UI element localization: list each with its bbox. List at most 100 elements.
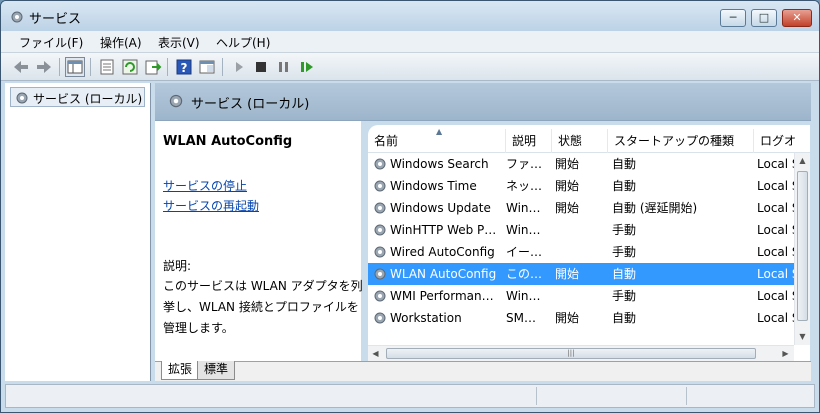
service-status-cell: 開始: [555, 267, 580, 281]
column-logon[interactable]: ログオ: [754, 129, 810, 153]
status-divider: [536, 387, 537, 405]
service-status-cell: [555, 285, 605, 307]
menu-bar: ファイル(F) 操作(A) 表示(V) ヘルプ(H): [1, 31, 819, 53]
menu-view[interactable]: 表示(V): [158, 34, 200, 51]
column-header: 名前 説明 状態 スタートアップの種類 ログオ ▲: [368, 127, 810, 153]
service-gear-icon: [372, 244, 388, 260]
service-gear-icon: [372, 266, 388, 282]
export-icon[interactable]: [143, 57, 163, 77]
restart-service-link[interactable]: サービスの再起動: [163, 197, 259, 214]
service-description-cell: ファ…: [506, 157, 543, 171]
column-description[interactable]: 説明: [506, 129, 552, 153]
view-tabs: 拡張 標準: [155, 361, 811, 381]
table-row[interactable]: WinHTTP Web P… Win… 手動 Local S: [368, 219, 794, 241]
toolbar-separator: [59, 58, 60, 76]
status-divider: [686, 387, 687, 405]
tree-item-label: サービス (ローカル): [33, 92, 143, 106]
service-description-cell: この…: [506, 267, 543, 281]
service-name-text: Windows Update: [390, 201, 491, 215]
service-status-cell: 開始: [555, 179, 580, 193]
service-description-cell: イー…: [506, 245, 543, 259]
table-row[interactable]: Windows Time ネッ… 開始 自動 Local S: [368, 175, 794, 197]
service-logon-cell: Local S: [757, 201, 794, 215]
service-name-text: Workstation: [390, 311, 462, 325]
toolbar-separator: [90, 58, 91, 76]
table-row[interactable]: WMI Performan… Win… 手動 Local S: [368, 285, 794, 307]
service-logon-cell: Local S: [757, 289, 794, 303]
maximize-button[interactable]: □: [751, 9, 777, 27]
back-icon[interactable]: [11, 57, 31, 77]
window-title: サービス: [29, 12, 82, 27]
service-name-cell: WMI Performan…: [372, 285, 498, 307]
services-gear-icon: [14, 90, 30, 106]
service-startup-cell: 手動: [612, 289, 637, 303]
refresh-icon[interactable]: [120, 57, 140, 77]
services-list[interactable]: 名前 説明 状態 スタートアップの種類 ログオ ▲ Windows Search…: [368, 125, 810, 361]
column-startup-type[interactable]: スタートアップの種類: [608, 129, 754, 153]
selected-service-name: WLAN AutoConfig: [163, 134, 293, 149]
service-description-cell: Win…: [506, 223, 541, 237]
menu-file[interactable]: ファイル(F): [19, 34, 83, 51]
service-status-cell: 開始: [555, 157, 580, 171]
services-gear-icon: [9, 9, 25, 25]
vertical-scroll-thumb[interactable]: [797, 171, 808, 321]
service-gear-icon: [372, 200, 388, 216]
service-startup-cell: 手動: [612, 223, 637, 237]
tab-extended[interactable]: 拡張: [161, 361, 200, 380]
menu-help[interactable]: ヘルプ(H): [216, 34, 270, 51]
service-gear-icon: [372, 222, 388, 238]
tree-item-services-local[interactable]: サービス (ローカル): [10, 87, 146, 107]
service-gear-icon: [372, 310, 388, 326]
service-startup-cell: 手動: [612, 245, 637, 259]
status-bar: [5, 384, 815, 408]
stop-service-link[interactable]: サービスの停止: [163, 177, 247, 194]
toolbar-separator: [167, 58, 168, 76]
minimize-button[interactable]: ─: [720, 9, 746, 27]
forward-icon[interactable]: [34, 57, 54, 77]
scroll-left-icon[interactable]: ◀: [368, 346, 383, 361]
scroll-down-icon[interactable]: ▼: [795, 329, 810, 344]
service-status-cell: 開始: [555, 311, 580, 325]
service-startup-cell: 自動: [612, 157, 637, 171]
horizontal-scrollbar[interactable]: ◀ ||| ▶: [368, 345, 794, 361]
tab-standard[interactable]: 標準: [197, 361, 236, 380]
start-icon[interactable]: [229, 57, 249, 77]
properties-icon[interactable]: [97, 57, 117, 77]
pane-title: サービス (ローカル): [191, 97, 310, 112]
service-name-cell: Workstation: [372, 307, 498, 329]
close-button[interactable]: ✕: [782, 9, 812, 27]
title-bar[interactable]: サービス ─ □ ✕: [1, 1, 819, 31]
table-row[interactable]: Windows Update Win… 開始 自動 (遅延開始) Local S: [368, 197, 794, 219]
table-row[interactable]: Workstation SM… 開始 自動 Local S: [368, 307, 794, 329]
service-gear-icon: [372, 178, 388, 194]
column-status[interactable]: 状態: [552, 129, 608, 153]
resume-icon[interactable]: [297, 57, 317, 77]
horizontal-scroll-thumb[interactable]: |||: [386, 348, 756, 359]
service-name-cell: Windows Time: [372, 175, 498, 197]
console-tree: サービス (ローカル): [5, 83, 151, 381]
service-logon-cell: Local S: [757, 311, 794, 325]
description-label: 説明:: [163, 259, 192, 273]
service-logon-cell: Local S: [757, 267, 794, 281]
table-row[interactable]: Windows Search ファ… 開始 自動 Local S: [368, 153, 794, 175]
service-description-cell: Win…: [506, 201, 541, 215]
service-logon-cell: Local S: [757, 157, 794, 171]
services-pane: サービス (ローカル) WLAN AutoConfig サービスの停止 サービス…: [155, 83, 811, 381]
service-name-cell: WLAN AutoConfig: [372, 263, 498, 285]
service-name-cell: WinHTTP Web P…: [372, 219, 498, 241]
service-name-text: Windows Search: [390, 157, 489, 171]
help-icon[interactable]: ?: [174, 57, 194, 77]
service-status-cell: [555, 241, 605, 263]
pause-icon[interactable]: [274, 57, 294, 77]
menu-action[interactable]: 操作(A): [100, 34, 142, 51]
view-icon[interactable]: [197, 57, 217, 77]
service-name-text: Windows Time: [390, 179, 477, 193]
console-tree-icon[interactable]: [65, 57, 85, 77]
scroll-right-icon[interactable]: ▶: [778, 346, 793, 361]
table-row[interactable]: Wired AutoConfig イー… 手動 Local S: [368, 241, 794, 263]
stop-icon[interactable]: [251, 57, 271, 77]
scroll-up-icon[interactable]: ▲: [795, 153, 810, 168]
table-row[interactable]: WLAN AutoConfig この… 開始 自動 Local S: [368, 263, 794, 285]
service-description-cell: SM…: [506, 311, 536, 325]
vertical-scrollbar[interactable]: ▲ ▼: [794, 153, 810, 345]
